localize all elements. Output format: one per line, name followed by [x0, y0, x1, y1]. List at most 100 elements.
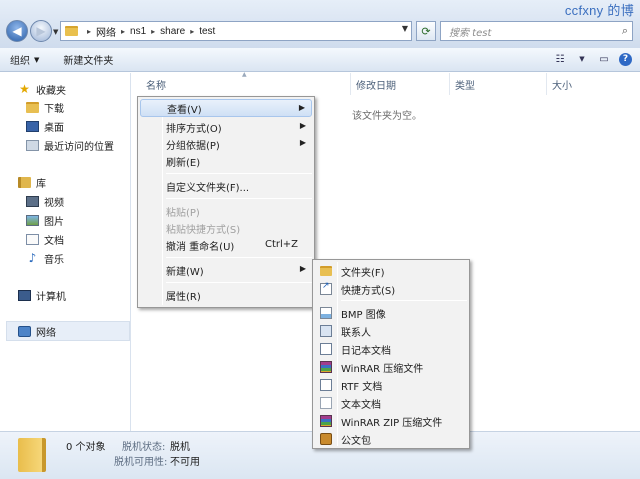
breadcrumb-item[interactable]: test — [199, 26, 215, 37]
menu-separator — [166, 198, 312, 199]
sidebar-item-label: 最近访问的位置 — [44, 141, 114, 153]
empty-folder-message: 该文件夹为空。 — [352, 111, 422, 122]
search-icon[interactable]: ⌕ — [622, 24, 628, 38]
computer-icon — [18, 289, 31, 301]
address-field[interactable]: ▸ 网络 ▸ ns1 ▸ share ▸ test ▼ — [60, 21, 412, 41]
new-item-text[interactable]: 文本文档 — [315, 394, 467, 412]
breadcrumb-item[interactable]: ns1 — [130, 26, 146, 37]
menu-item-refresh[interactable]: 刷新(E) — [140, 152, 312, 170]
sidebar-item-label: 计算机 — [36, 291, 66, 303]
menu-item-new[interactable]: 新建(W) ▶ — [140, 261, 312, 279]
new-item-notepad[interactable]: 日记本文档 — [315, 340, 467, 358]
briefcase-icon — [320, 433, 332, 445]
help-icon[interactable]: ? — [619, 52, 632, 66]
chevron-down-icon[interactable]: ▼ — [575, 52, 589, 66]
sidebar-item-downloads[interactable]: 下载 — [26, 99, 64, 115]
menu-item-undo-rename[interactable]: 撤消 重命名(U) Ctrl+Z — [140, 236, 312, 254]
sidebar-item-documents[interactable]: 文档 — [26, 231, 64, 247]
menu-item-label: 粘贴(P) — [166, 207, 200, 219]
winrar-archive-icon — [320, 361, 332, 373]
sort-indicator-icon: ▲ — [242, 71, 247, 78]
organize-label: 组织 — [10, 56, 30, 67]
new-folder-label: 新建文件夹 — [63, 56, 114, 67]
menu-item-label: 日记本文档 — [341, 345, 391, 357]
new-submenu: 文件夹(F) 快捷方式(S) BMP 图像 联系人 日记本文档 WinRAR 压… — [312, 259, 470, 449]
organize-button[interactable]: 组织 ▼ — [10, 52, 39, 68]
rtf-document-icon — [320, 379, 332, 391]
keyboard-shortcut: Ctrl+Z — [264, 239, 298, 250]
menu-item-paste[interactable]: 粘贴(P) — [140, 202, 312, 220]
sidebar-item-network[interactable]: 网络 — [18, 323, 56, 339]
column-header-type[interactable]: 类型 — [455, 73, 475, 95]
sidebar-item-desktop[interactable]: 桌面 — [26, 118, 64, 134]
refresh-button[interactable]: ⟳ — [416, 21, 436, 41]
recent-pages-dropdown[interactable]: ▼ — [53, 28, 58, 36]
chevron-right-icon[interactable]: ▸ — [121, 27, 125, 36]
folder-icon — [65, 26, 78, 36]
menu-item-label: WinRAR ZIP 压缩文件 — [341, 417, 443, 429]
sidebar-item-music[interactable]: ♪ 音乐 — [26, 250, 64, 266]
chevron-down-icon[interactable]: ▼ — [402, 24, 408, 33]
network-icon — [18, 325, 31, 337]
menu-item-label: 分组依据(P) — [166, 140, 220, 152]
menu-item-label: 公文包 — [341, 435, 371, 447]
menu-separator — [166, 173, 312, 174]
menu-separator — [341, 300, 467, 301]
column-header-modified[interactable]: 修改日期 — [356, 73, 396, 95]
music-note-icon: ♪ — [28, 250, 37, 265]
menu-item-paste-shortcut[interactable]: 粘贴快捷方式(S) — [140, 219, 312, 237]
back-button[interactable]: ◀ — [6, 20, 28, 42]
menu-item-properties[interactable]: 属性(R) — [140, 286, 312, 304]
search-input[interactable]: 搜索 test ⌕ — [440, 21, 633, 41]
sidebar-item-videos[interactable]: 视频 — [26, 193, 64, 209]
bitmap-image-icon — [320, 307, 332, 319]
menu-item-sort[interactable]: 排序方式(O) ▶ — [140, 118, 312, 136]
new-item-folder[interactable]: 文件夹(F) — [315, 262, 467, 280]
context-menu: 查看(V) ▶ 排序方式(O) ▶ 分组依据(P) ▶ 刷新(E) 自定义文件夹… — [137, 96, 315, 308]
new-item-briefcase[interactable]: 公文包 — [315, 430, 467, 448]
new-item-contact[interactable]: 联系人 — [315, 322, 467, 340]
menu-item-label: BMP 图像 — [341, 309, 386, 321]
chevron-right-icon[interactable]: ▸ — [87, 27, 91, 36]
item-count: 0 个对象 — [66, 442, 106, 453]
sidebar-item-label: 下载 — [44, 103, 64, 115]
new-item-shortcut[interactable]: 快捷方式(S) — [315, 280, 467, 298]
breadcrumb-item[interactable]: share — [160, 26, 185, 37]
forward-button[interactable]: ▶ — [30, 20, 52, 42]
submenu-arrow-icon: ▶ — [298, 103, 305, 112]
menu-item-view[interactable]: 查看(V) ▶ — [140, 99, 312, 117]
refresh-icon: ⟳ — [421, 24, 431, 38]
column-divider[interactable] — [449, 73, 450, 95]
sidebar-item-label: 视频 — [44, 197, 64, 209]
breadcrumb-item[interactable]: 网络 — [96, 24, 116, 39]
column-header-size[interactable]: 大小 — [552, 73, 572, 95]
new-item-rtf[interactable]: RTF 文档 — [315, 376, 467, 394]
arrow-left-icon: ◀ — [12, 24, 22, 38]
new-folder-button[interactable]: 新建文件夹 — [63, 52, 113, 67]
preview-pane-icon[interactable]: ▭ — [597, 52, 611, 66]
shortcut-icon — [320, 281, 332, 295]
chevron-right-icon[interactable]: ▸ — [190, 27, 194, 36]
chevron-right-icon[interactable]: ▸ — [151, 27, 155, 36]
column-label: 修改日期 — [356, 80, 396, 92]
view-options-icon[interactable]: ☷ — [553, 52, 567, 66]
menu-item-customize[interactable]: 自定义文件夹(F)... — [140, 177, 312, 195]
new-item-winrar[interactable]: WinRAR 压缩文件 — [315, 358, 467, 376]
menu-item-group[interactable]: 分组依据(P) ▶ — [140, 135, 312, 153]
documents-icon — [26, 233, 39, 245]
sidebar-item-pictures[interactable]: 图片 — [26, 212, 64, 228]
new-item-winrar-zip[interactable]: WinRAR ZIP 压缩文件 — [315, 412, 467, 430]
new-item-bmp[interactable]: BMP 图像 — [315, 304, 467, 322]
offline-availability-value: 不可用 — [170, 457, 200, 468]
offline-status-label: 脱机状态: — [122, 442, 166, 453]
column-header-name[interactable]: 名称 — [146, 73, 166, 95]
column-divider[interactable] — [350, 73, 351, 95]
sidebar-item-libraries[interactable]: 库 — [18, 174, 46, 190]
column-divider[interactable] — [546, 73, 547, 95]
offline-availability-label: 脱机可用性: — [114, 457, 168, 468]
winrar-zip-archive-icon — [320, 415, 332, 427]
sidebar-item-favorites[interactable]: ★ 收藏夹 — [18, 81, 66, 97]
menu-item-label: 属性(R) — [166, 291, 201, 303]
sidebar-item-recent[interactable]: 最近访问的位置 — [26, 137, 114, 153]
sidebar-item-computer[interactable]: 计算机 — [18, 287, 66, 303]
